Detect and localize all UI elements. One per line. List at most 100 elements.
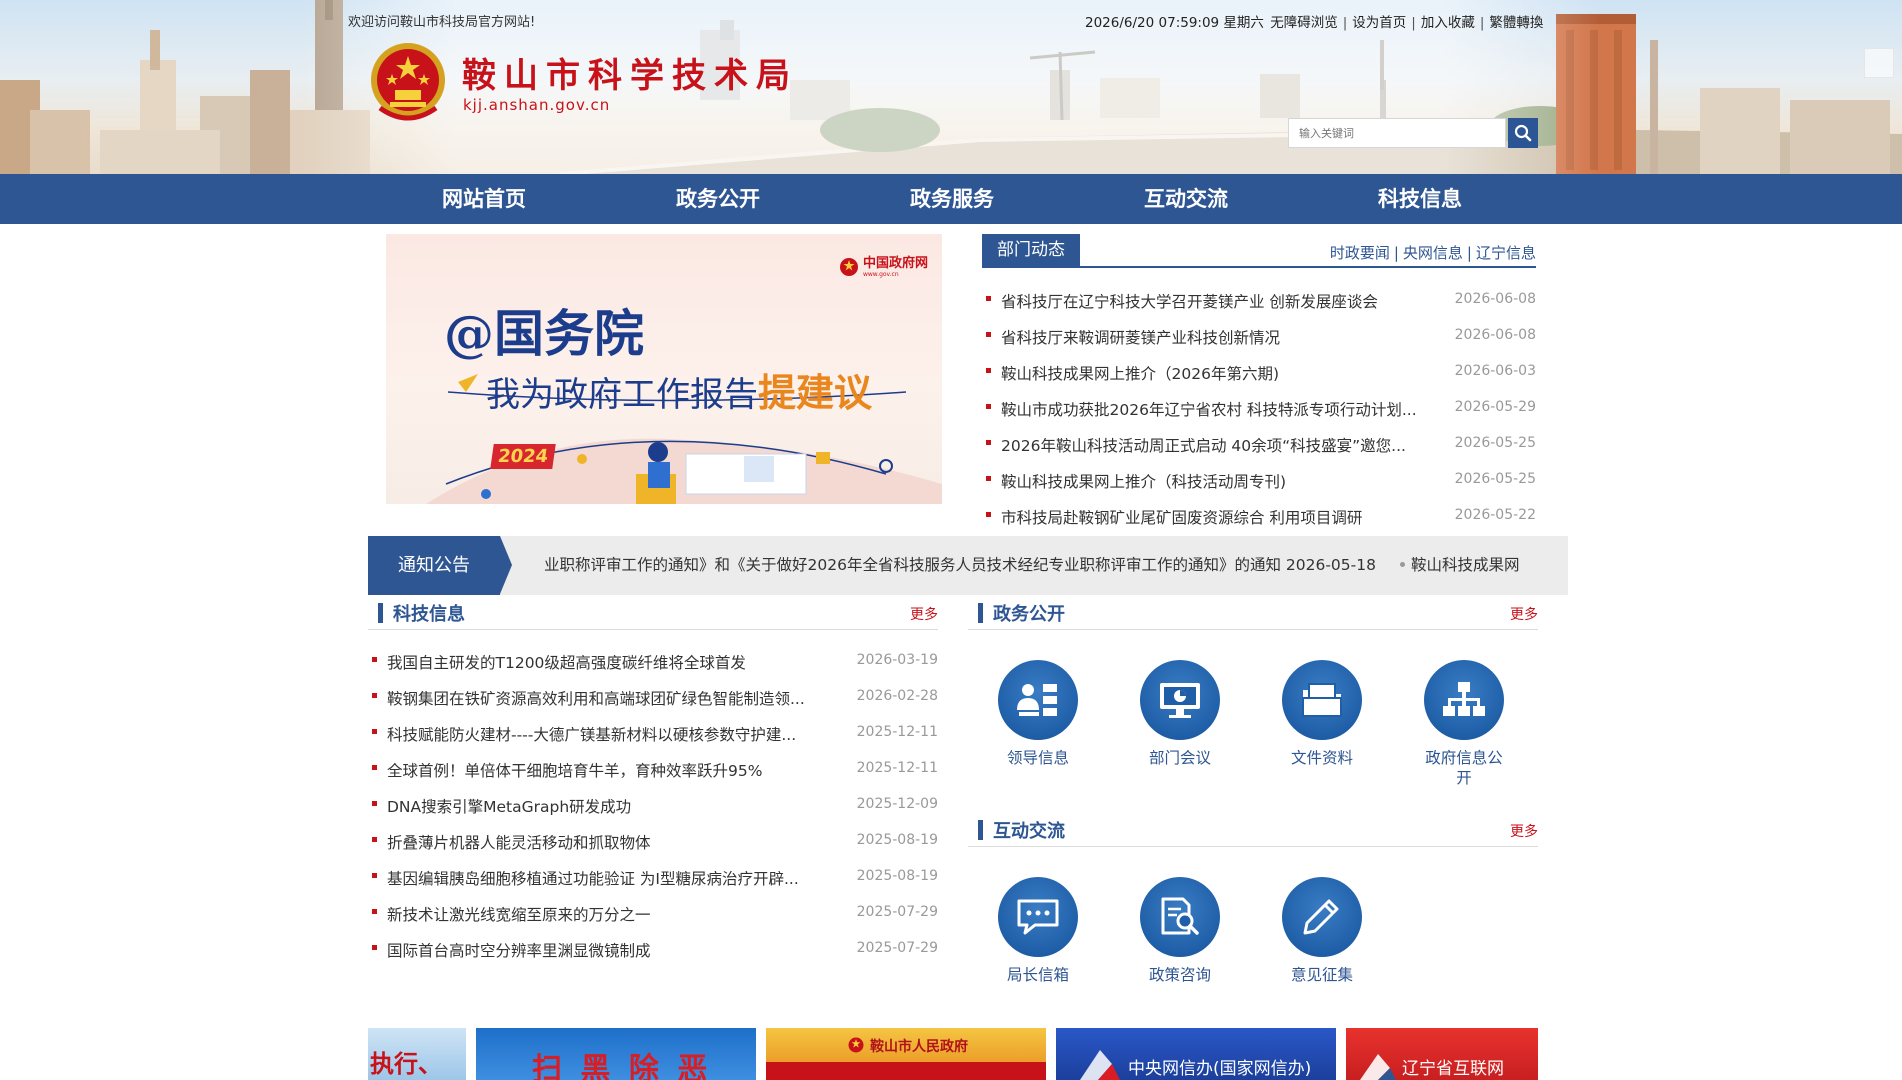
news-date: 2025-12-11 (856, 760, 938, 776)
site-title: 鞍山市科学技术局 (462, 56, 798, 96)
news-date: 2026-05-25 (1454, 471, 1536, 487)
news-title[interactable]: 基因编辑胰岛细胞移植通过功能验证 为Ⅰ型糖尿病治疗开辟... (387, 867, 799, 889)
search-input[interactable] (1288, 118, 1506, 148)
tech-info-header: 科技信息 更多 (368, 600, 938, 630)
list-item[interactable]: 国际首台高时空分辨率里渊显微镜制成 2025-07-29 (372, 931, 938, 967)
top-links-bar: 2026/6/20 07:59:09 星期六 无障碍浏览 | 设为首页 | 加入收藏 | 繁… (1084, 11, 1544, 31)
news-date: 2026-02-28 (856, 688, 938, 704)
banner-headline: @国务院 (444, 304, 644, 363)
list-item[interactable]: 新技术让激光线宽缩至原来的万分之一 2025-07-29 (372, 895, 938, 931)
news-title[interactable]: 市科技局赴鞍钢矿业尾矿固废资源综合 利用项目调研 (1001, 506, 1362, 528)
notice-item[interactable]: 业职称评审工作的通知》和《关于做好2026年全省科技服务人员技术经纪专业职称评审… (544, 556, 1376, 574)
news-title[interactable]: 鞍山科技成果网上推介（2026年第六期) (1001, 362, 1279, 384)
notice-item[interactable]: 鞍山科技成果网 (1411, 556, 1520, 574)
link-accessible[interactable]: 无障碍浏览 (1270, 15, 1338, 31)
section-bar (978, 603, 983, 623)
news-item[interactable]: 市科技局赴鞍钢矿业尾矿固废资源综合 利用项目调研 2026-05-22 (986, 498, 1536, 534)
national-emblem-icon (371, 43, 445, 121)
section-title: 政务公开 (993, 604, 1065, 625)
news-date: 2026-05-25 (1454, 435, 1536, 451)
separator: | (1479, 15, 1485, 31)
news-title[interactable]: 我国自主研发的T1200级超高强度碳纤维将全球首发 (387, 651, 746, 673)
news-item[interactable]: 省科技厅来鞍调研菱镁产业科技创新情况 2026-06-08 (986, 318, 1536, 354)
list-item[interactable]: 全球首例！单倍体干细胞培育牛羊，育种效率跃升95% 2025-12-11 (372, 751, 938, 787)
nav-interaction[interactable]: 互动交流 (1121, 174, 1251, 224)
news-title[interactable]: 全球首例！单倍体干细胞培育牛羊，育种效率跃升95% (387, 759, 762, 781)
more-link[interactable]: 更多 (1510, 821, 1538, 841)
tab-liaoning-info[interactable]: 辽宁信息 (1476, 244, 1536, 262)
bullet (986, 404, 991, 409)
link-set-homepage[interactable]: 设为首页 (1352, 15, 1406, 31)
list-item[interactable]: 我国自主研发的T1200级超高强度碳纤维将全球首发 2026-03-19 (372, 643, 938, 679)
banner-text: 中央网信办(国家网信办) (1128, 1059, 1312, 1079)
nav-gov-affairs-open[interactable]: 政务公开 (653, 174, 783, 224)
list-item[interactable]: DNA搜索引擎MetaGraph研发成功 2025-12-09 (372, 787, 938, 823)
news-item[interactable]: 鞍山科技成果网上推介（2026年第六期) 2026-06-03 (986, 354, 1536, 390)
news-title[interactable]: 鞍钢集团在铁矿资源高效利用和高端球团矿绿色智能制造领... (387, 687, 805, 709)
news-date: 2025-07-29 (856, 904, 938, 920)
list-item[interactable]: 鞍钢集团在铁矿资源高效利用和高端球团矿绿色智能制造领... 2026-02-28 (372, 679, 938, 715)
news-title[interactable]: 2026年鞍山科技活动周正式启动 40余项“科技盛宴”邀您... (1001, 434, 1406, 456)
link-traditional-chinese[interactable]: 繁體轉換 (1489, 15, 1543, 31)
news-title[interactable]: 省科技厅在辽宁科技大学召开菱镁产业 创新发展座谈会 (1001, 290, 1378, 312)
icon-label: 局长信箱 (1006, 966, 1069, 984)
link-add-favorite[interactable]: 加入收藏 (1421, 15, 1475, 31)
gov-info-disclosure-button[interactable]: 政府信息公开 (1404, 660, 1524, 788)
tab-central-net-info[interactable]: 央网信息 (1403, 244, 1463, 262)
notice-label[interactable]: 通知公告 (368, 536, 500, 595)
bottom-banner-1[interactable]: 执行、 (368, 1028, 466, 1080)
news-title[interactable]: 鞍山市成功获批2026年辽宁省农村 科技特派专项行动计划... (1001, 398, 1417, 420)
news-title[interactable]: 国际首台高时空分辨率里渊显微镜制成 (387, 939, 651, 961)
tab-current-affairs[interactable]: 时政要闻 (1330, 244, 1390, 262)
icon-label: 文件资料 (1290, 749, 1353, 767)
news-title[interactable]: 新技术让激光线宽缩至原来的万分之一 (387, 903, 651, 925)
news-date: 2025-08-19 (856, 832, 938, 848)
section-title: 科技信息 (393, 604, 465, 625)
section-title: 互动交流 (993, 821, 1065, 842)
feature-banner[interactable]: 中国政府网 www.gov.cn @国务院 我为政府工作报告提建议 2024 (386, 234, 942, 504)
list-item[interactable]: 基因编辑胰岛细胞移植通过功能验证 为Ⅰ型糖尿病治疗开辟... 2025-08-19 (372, 859, 938, 895)
nav-gov-services[interactable]: 政务服务 (887, 174, 1017, 224)
more-link[interactable]: 更多 (910, 604, 938, 624)
bottom-banner-2[interactable]: 扫 黑 除 恶 (476, 1028, 756, 1080)
bottom-banner-5[interactable]: 辽宁省互联网 (1346, 1028, 1538, 1080)
nav-home[interactable]: 网站首页 (419, 174, 549, 224)
more-link[interactable]: 更多 (1510, 604, 1538, 624)
dept-news-header: 部门动态 时政要闻 | 央网信息 | 辽宁信息 (982, 234, 1536, 268)
list-item[interactable]: 科技赋能防火建材----大德广镁基新材料以硬核参数守护建... 2025-12-1… (372, 715, 938, 751)
tab-dept-news[interactable]: 部门动态 (982, 234, 1080, 266)
news-item[interactable]: 鞍山市成功获批2026年辽宁省农村 科技特派专项行动计划... 2026-05-2… (986, 390, 1536, 426)
news-title[interactable]: 省科技厅来鞍调研菱镁产业科技创新情况 (1001, 326, 1280, 348)
policy-consult-button[interactable]: 政策咨询 (1120, 877, 1240, 985)
document-search-icon (1161, 897, 1199, 935)
news-title[interactable]: DNA搜索引擎MetaGraph研发成功 (387, 795, 631, 817)
bullet (372, 765, 377, 770)
news-title[interactable]: 鞍山科技成果网上推介（科技活动周专刊) (1001, 470, 1286, 492)
news-item[interactable]: 2026年鞍山科技活动周正式启动 40余项“科技盛宴”邀您... 2026-05-… (986, 426, 1536, 462)
tech-info-list: 我国自主研发的T1200级超高强度碳纤维将全球首发 2026-03-19 鞍钢集团… (372, 643, 938, 967)
news-date: 2026-06-03 (1454, 363, 1536, 379)
nav-tech-info[interactable]: 科技信息 (1355, 174, 1485, 224)
news-date: 2026-05-29 (1454, 399, 1536, 415)
separator: | (1393, 244, 1399, 262)
leader-info-button[interactable]: 领导信息 (978, 660, 1098, 768)
site-domain: kjj.anshan.gov.cn (463, 96, 611, 114)
news-item[interactable]: 鞍山科技成果网上推介（科技活动周专刊) 2026-05-25 (986, 462, 1536, 498)
bottom-banner-3[interactable]: 鞍山市人民政府 (766, 1028, 1046, 1080)
bullet (372, 945, 377, 950)
corner-widget[interactable] (1864, 48, 1894, 78)
leader-icon (1017, 684, 1057, 716)
news-title[interactable]: 科技赋能防火建材----大德广镁基新材料以硬核参数守护建... (387, 723, 796, 745)
list-item[interactable]: 折叠薄片机器人能灵活移动和抓取物体 2025-08-19 (372, 823, 938, 859)
search-button[interactable] (1508, 118, 1538, 148)
documents-button[interactable]: 文件资料 (1262, 660, 1382, 768)
bullet (1399, 562, 1405, 567)
bottom-banner-4[interactable]: 中央网信办(国家网信办) (1056, 1028, 1336, 1080)
director-mailbox-button[interactable]: 局长信箱 (978, 877, 1098, 985)
main-nav: 网站首页 政务公开 政务服务 互动交流 科技信息 (0, 174, 1902, 224)
separator: | (1342, 15, 1348, 31)
news-title[interactable]: 折叠薄片机器人能灵活移动和抓取物体 (387, 831, 651, 853)
opinion-collection-button[interactable]: 意见征集 (1262, 877, 1382, 985)
dept-meeting-button[interactable]: 部门会议 (1120, 660, 1240, 768)
news-item[interactable]: 省科技厅在辽宁科技大学召开菱镁产业 创新发展座谈会 2026-06-08 (986, 282, 1536, 318)
